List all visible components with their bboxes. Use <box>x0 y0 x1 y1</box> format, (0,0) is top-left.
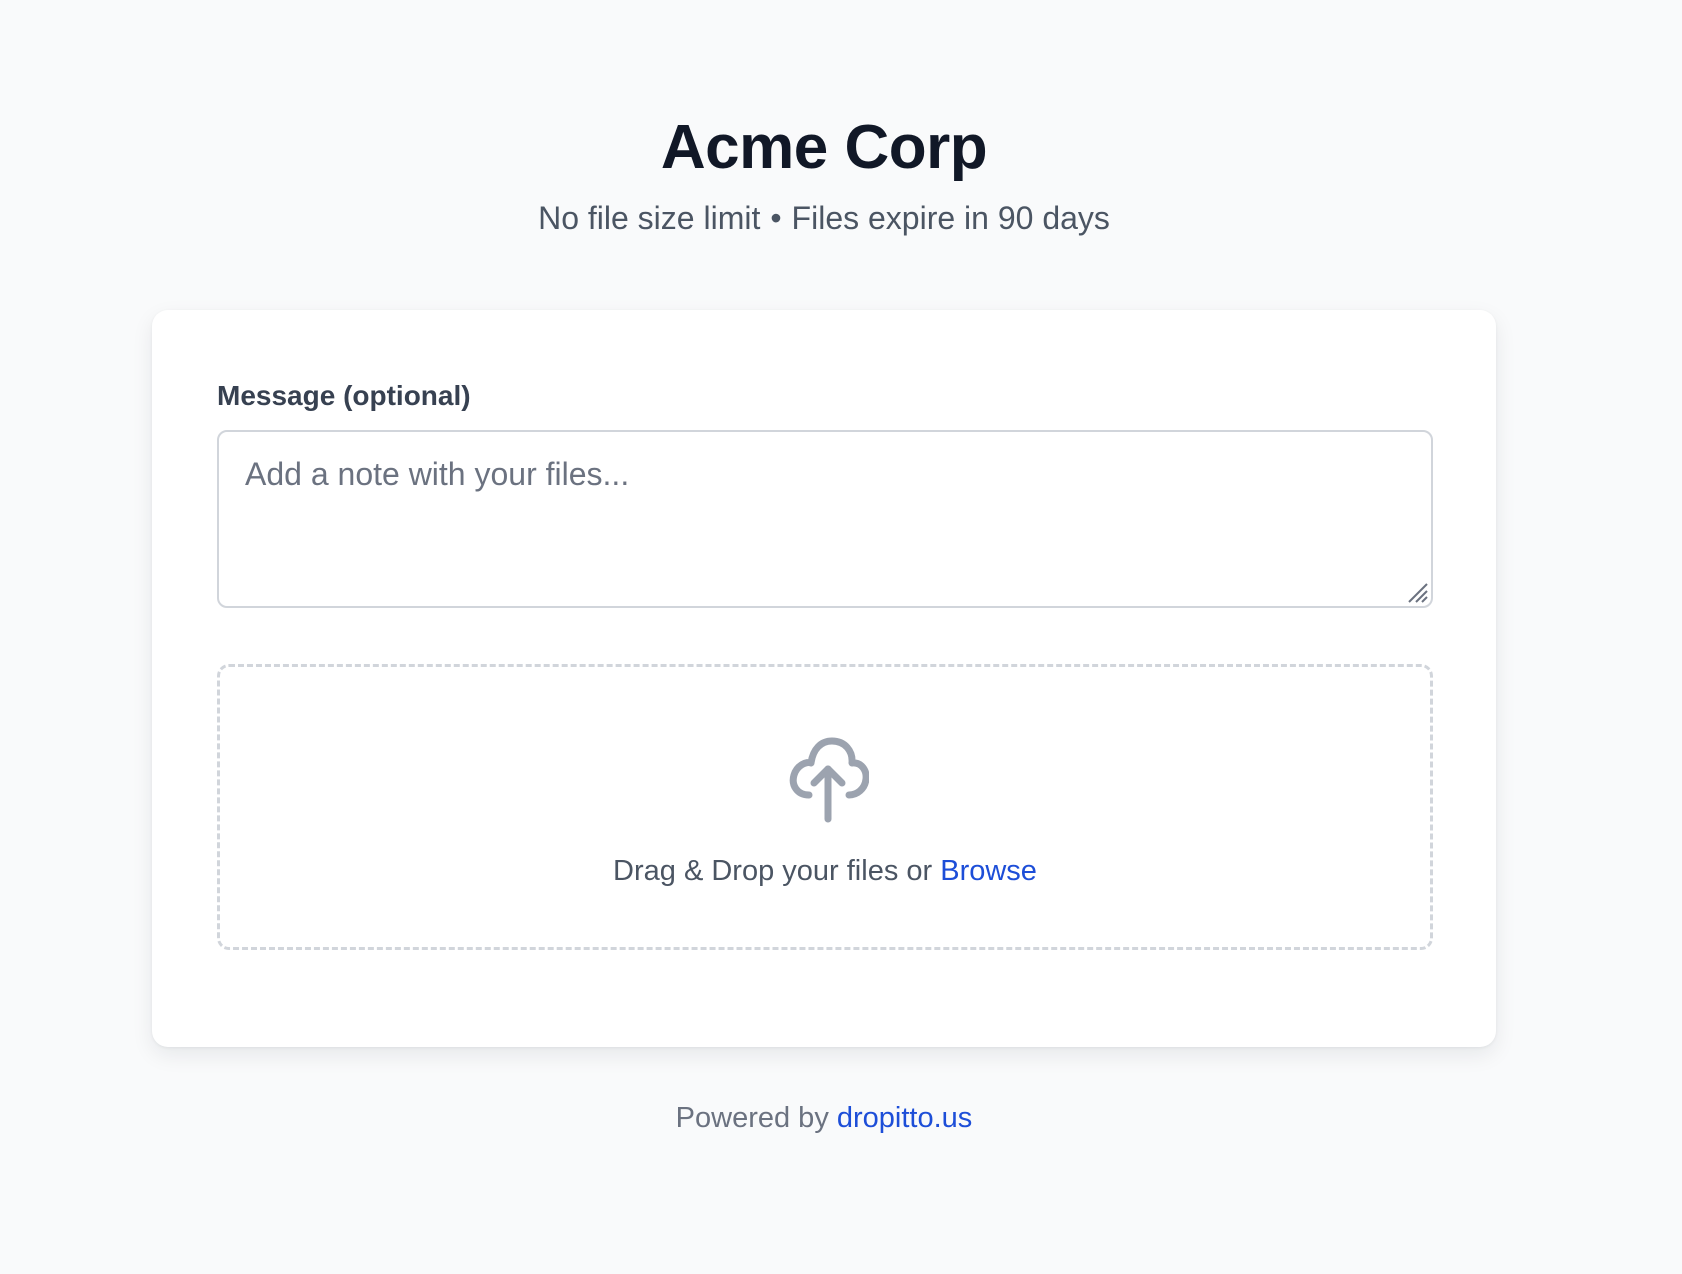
browse-link[interactable]: Browse <box>940 855 1037 887</box>
upload-page: Acme Corp No file size limit • Files expir… <box>0 0 1682 1274</box>
file-dropzone[interactable]: Drag & Drop your files or Browse <box>217 664 1433 950</box>
message-label: Message (optional) <box>217 380 471 411</box>
page-title: Acme Corp <box>660 113 988 182</box>
dropzone-text: Drag & Drop your files or Browse <box>220 853 1430 889</box>
footer-prefix: Powered by <box>675 1102 829 1134</box>
footer: Powered by dropitto.us <box>0 1100 1648 1136</box>
dropitto-link[interactable]: dropitto.us <box>837 1102 972 1134</box>
upload-card: Message (optional) Add a note with your … <box>152 310 1496 1047</box>
separator-dot: • <box>770 200 782 236</box>
page-subtitle: No file size limit • Files expire in 90 da… <box>0 198 1648 238</box>
message-textarea[interactable]: Add a note with your files... <box>217 430 1433 608</box>
resize-handle-icon[interactable] <box>1403 578 1429 604</box>
cloud-upload-icon <box>789 737 869 823</box>
expiry-text: Files expire in 90 days <box>791 200 1110 236</box>
size-limit-text: No file size limit <box>538 200 761 236</box>
dropzone-prefix: Drag & Drop your files or <box>613 855 933 887</box>
message-placeholder: Add a note with your files... <box>245 456 630 492</box>
page-header: Acme Corp No file size limit • Files expir… <box>0 112 1648 238</box>
